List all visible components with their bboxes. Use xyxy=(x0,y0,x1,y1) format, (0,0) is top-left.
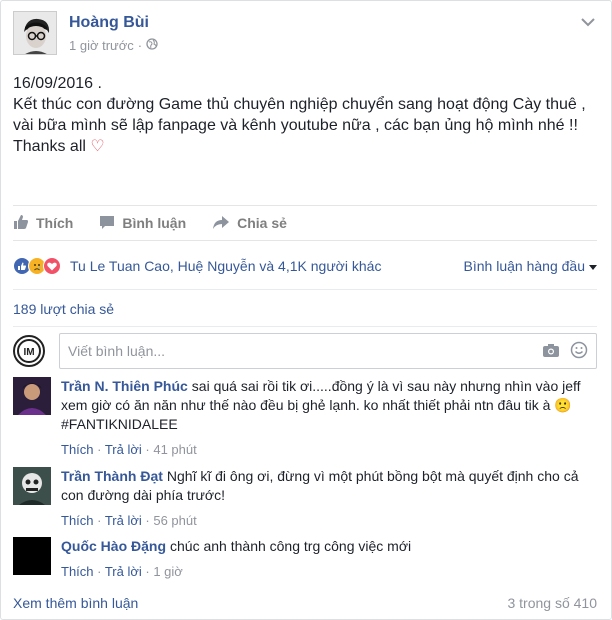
comment-sort-label: Bình luận hàng đầu xyxy=(463,258,585,274)
comment-reply-link[interactable]: Trả lời xyxy=(105,564,142,579)
heart-emoji: ♡ xyxy=(90,138,105,155)
share-label: Chia sẻ xyxy=(237,215,287,231)
share-icon xyxy=(212,214,230,233)
reaction-names[interactable]: Tu Le Tuan Cao, Huệ Nguyễn và 4,1K người… xyxy=(70,258,381,274)
comment-time[interactable]: 1 giờ xyxy=(153,564,183,579)
post-card: Hoàng Bùi 1 giờ trước · 16/09/2016 . Kết… xyxy=(0,0,612,620)
commenter-name[interactable]: Quốc Hào Đặng xyxy=(61,538,166,554)
camera-icon[interactable] xyxy=(542,342,560,361)
comment-reply-link[interactable]: Trả lời xyxy=(105,513,142,528)
commenter-avatar[interactable] xyxy=(13,537,51,575)
comment-button[interactable]: Bình luận xyxy=(99,214,186,233)
comment-meta: Thích · Trả lời · 1 giờ xyxy=(61,564,183,579)
like-icon xyxy=(13,214,29,233)
comment-label: Bình luận xyxy=(122,215,187,231)
divider xyxy=(13,326,597,327)
comment-item: Trần Thành Đạt Nghĩ kĩ đi ông ơi, đừng vì… xyxy=(13,467,597,530)
post-header: Hoàng Bùi 1 giờ trước · xyxy=(13,11,158,59)
like-button[interactable]: Thích xyxy=(13,214,73,233)
smiley-icon[interactable] xyxy=(570,341,588,362)
comment-time[interactable]: 41 phút xyxy=(153,442,196,457)
post-main-text: Kết thúc con đường Game thủ chuyên nghiệ… xyxy=(13,96,591,134)
reaction-icons[interactable] xyxy=(13,257,61,275)
comments-footer: Xem thêm bình luận 3 trong số 410 xyxy=(13,595,597,611)
author-name[interactable]: Hoàng Bùi xyxy=(69,14,158,32)
reactions-row: Tu Le Tuan Cao, Huệ Nguyễn và 4,1K người… xyxy=(13,253,597,279)
commenter-avatar[interactable] xyxy=(13,467,51,505)
post-time[interactable]: 1 giờ trước xyxy=(69,38,134,53)
comment-reply-link[interactable]: Trả lời xyxy=(105,442,142,457)
comment-like-link[interactable]: Thích xyxy=(61,442,94,457)
svg-text:IM: IM xyxy=(23,347,34,358)
share-button[interactable]: Chia sẻ xyxy=(212,214,287,233)
share-count[interactable]: 189 lượt chia sẻ xyxy=(13,301,114,317)
love-reaction-icon xyxy=(43,257,61,275)
chevron-down-icon[interactable] xyxy=(579,15,597,29)
comment-text: chúc anh thành công trg công việc mới xyxy=(170,538,412,554)
post-body: 16/09/2016 . Kết thúc con đường Game thủ… xyxy=(13,73,597,157)
commenter-avatar[interactable] xyxy=(13,377,51,415)
comment-item: Quốc Hào Đặng chúc anh thành công trg côn… xyxy=(13,537,597,581)
commenter-name[interactable]: Trần Thành Đạt xyxy=(61,468,163,484)
divider xyxy=(13,289,597,290)
comment-input[interactable]: Viết bình luận... xyxy=(59,333,597,369)
view-more-comments-link[interactable]: Xem thêm bình luận xyxy=(13,595,138,611)
post-action-bar: Thích Bình luận Chia sẻ xyxy=(13,205,597,241)
caret-down-icon xyxy=(589,258,597,274)
comment-icon xyxy=(99,214,115,233)
comment-like-link[interactable]: Thích xyxy=(61,564,94,579)
comment-meta: Thích · Trả lời · 56 phút xyxy=(61,513,197,528)
comment-count: 3 trong số 410 xyxy=(507,595,597,611)
comment-meta: Thích · Trả lời · 41 phút xyxy=(61,442,197,457)
post-closing: Thanks all xyxy=(13,138,86,155)
viewer-avatar[interactable]: IM xyxy=(13,335,45,367)
comment-input-placeholder: Viết bình luận... xyxy=(68,343,166,359)
comment-sort-dropdown[interactable]: Bình luận hàng đầu xyxy=(464,258,597,274)
comment-like-link[interactable]: Thích xyxy=(61,513,94,528)
comment-item: Trần N. Thiên Phúc sai quá sai rồi tik ơi… xyxy=(13,377,597,459)
post-date-line: 16/09/2016 . xyxy=(13,75,102,92)
globe-icon[interactable] xyxy=(146,38,158,53)
commenter-name[interactable]: Trần N. Thiên Phúc xyxy=(61,378,188,394)
post-closing-line: Thanks all ♡ xyxy=(13,136,597,157)
comment-time[interactable]: 56 phút xyxy=(153,513,196,528)
like-label: Thích xyxy=(36,215,74,231)
meta-separator: · xyxy=(137,38,143,53)
comment-composer: IM Viết bình luận... xyxy=(13,331,597,371)
author-avatar[interactable] xyxy=(13,11,57,55)
